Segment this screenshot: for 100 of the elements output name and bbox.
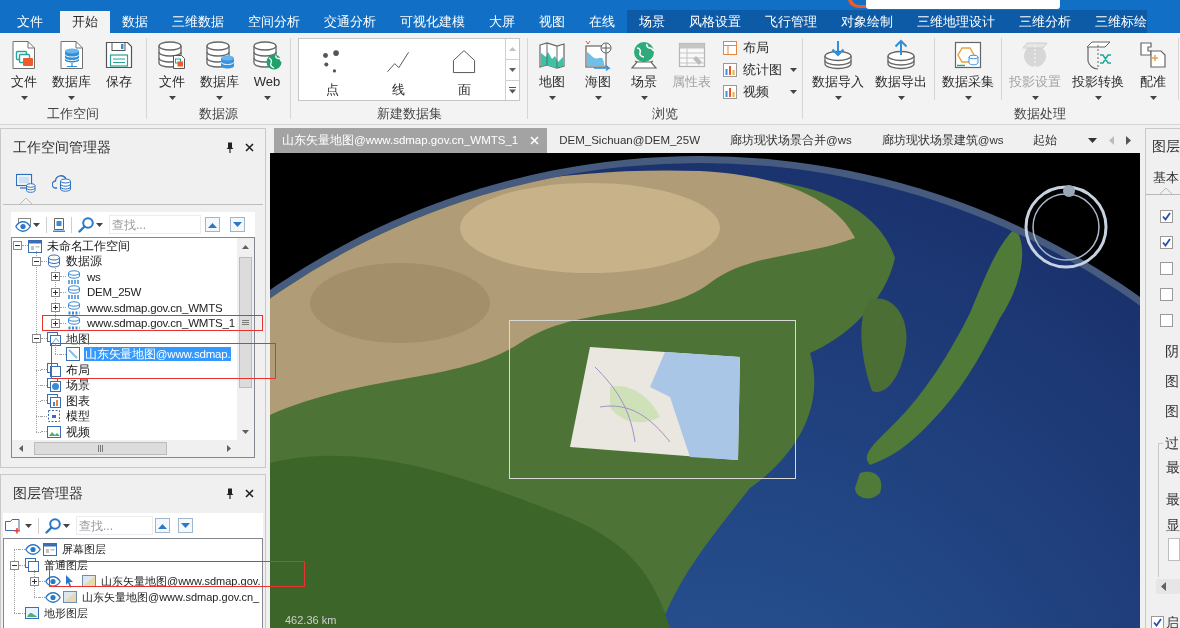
ribbon-button[interactable]: 数据导出 (871, 33, 931, 103)
ribbon-button[interactable]: 投影转换 (1068, 33, 1128, 103)
checkbox[interactable] (1160, 314, 1173, 327)
gallery-option[interactable]: 点 (299, 39, 365, 100)
tree-item[interactable]: 屏幕图层 (61, 542, 107, 556)
tree-item[interactable]: 山东矢量地图@www.sdmap.gov. (100, 574, 262, 588)
pin-icon[interactable] (226, 141, 234, 153)
close-icon[interactable] (245, 488, 254, 498)
collapse-icon[interactable] (12, 241, 22, 251)
checkbox[interactable] (1160, 210, 1173, 223)
ribbon-tab[interactable]: 可视化建模 (388, 11, 477, 33)
tree-item[interactable]: DEM_25W (86, 285, 143, 300)
pin-icon[interactable] (226, 487, 234, 499)
collapse-icon[interactable] (31, 256, 41, 266)
caret-down-icon[interactable] (242, 429, 249, 434)
tree-item[interactable]: 模型 (65, 409, 91, 424)
ribbon-button[interactable]: 统计图 (718, 59, 802, 81)
search-menu-button[interactable] (78, 216, 103, 233)
search-field[interactable]: 查找... (109, 215, 201, 234)
checkbox[interactable] (1160, 236, 1173, 249)
scrollbar-thumb[interactable] (34, 442, 167, 455)
gallery-option[interactable]: 线 (365, 39, 431, 100)
search-field[interactable]: 查找... (76, 516, 153, 535)
ribbon-button[interactable]: 文件 (150, 33, 194, 103)
caret-up-icon[interactable] (242, 244, 249, 249)
ribbon-tab[interactable]: 三维分析 (1007, 11, 1083, 33)
checkbox[interactable] (1160, 262, 1173, 275)
ribbon-button[interactable]: 保存 (97, 33, 141, 93)
ribbon-button[interactable]: 数据库 (196, 33, 243, 103)
move-up-button[interactable] (205, 217, 220, 232)
ribbon-button[interactable]: 配准 (1131, 33, 1175, 103)
document-tab[interactable]: 廊坊现状场景合并@ws (718, 128, 870, 153)
ribbon-tab[interactable]: 开始 (60, 11, 110, 33)
ribbon-tab[interactable]: 对象绘制 (829, 11, 905, 33)
document-tab[interactable]: 起始 (1021, 128, 1076, 153)
ribbon-tab[interactable]: 飞行管理 (753, 11, 829, 33)
ribbon-button[interactable]: 数据采集 (938, 33, 998, 103)
tree-item[interactable]: 场景 (65, 378, 91, 393)
expand-icon[interactable] (29, 576, 39, 586)
cursor-icon[interactable] (65, 574, 74, 588)
ribbon-tab[interactable]: 大屏 (477, 11, 527, 33)
ribbon-tab[interactable]: 文件 (0, 11, 60, 33)
tree-item[interactable]: 数据源 (65, 254, 103, 269)
search-menu-button[interactable] (45, 517, 70, 534)
caret-left-icon[interactable] (1161, 582, 1166, 591)
document-icon[interactable] (53, 217, 65, 232)
ribbon-button[interactable]: 场景 (622, 33, 666, 103)
expand-icon[interactable] (50, 303, 60, 313)
checkbox[interactable] (1151, 616, 1164, 628)
tree-item[interactable]: 山东矢量地图@www.sdmap.gov.cn_ (81, 590, 261, 604)
ribbon-button[interactable]: 布局 (718, 37, 802, 59)
input-field[interactable] (1168, 538, 1180, 561)
ribbon-button[interactable]: 文件 (2, 33, 46, 103)
ribbon-button[interactable]: 视频 (718, 81, 802, 103)
ribbon-tab[interactable]: 交通分析 (312, 11, 388, 33)
move-down-button[interactable] (178, 518, 193, 533)
tree-item[interactable]: 地形图层 (43, 606, 89, 620)
document-tab[interactable]: DEM_Sichuan@DEM_25W (547, 128, 718, 153)
ribbon-button[interactable]: 地图 (530, 33, 574, 103)
close-icon[interactable] (245, 142, 254, 152)
eye-icon[interactable] (25, 543, 41, 555)
ribbon-tab[interactable]: 三维地理设计 (905, 11, 1007, 33)
tree-item[interactable]: 视频 (65, 424, 91, 439)
ribbon-button[interactable]: 数据库 (48, 33, 95, 103)
tree-item[interactable]: 未命名工作空间 (46, 238, 131, 253)
ribbon-tab[interactable]: 在线 (577, 11, 627, 33)
document-tab[interactable]: 廊坊现状场景建筑@ws (869, 128, 1022, 153)
ribbon-tab[interactable]: 三维标绘 (1083, 11, 1159, 33)
caret-down-icon[interactable] (1088, 138, 1097, 143)
ribbon-tab[interactable]: 空间分析 (236, 11, 312, 33)
expand-icon[interactable] (50, 287, 60, 297)
expand-icon[interactable] (50, 318, 60, 328)
eye-icon[interactable] (45, 591, 61, 603)
view-menu-button[interactable] (15, 217, 40, 232)
new-layer-button[interactable] (5, 517, 32, 534)
tree-item[interactable]: www.sdmap.gov.cn_WMTS_1 (86, 316, 236, 331)
ribbon-tab[interactable]: 视图 (527, 11, 577, 33)
ribbon-tab[interactable]: 场景 (627, 11, 677, 33)
tree-item[interactable]: ws (86, 269, 102, 284)
checkbox[interactable] (1160, 288, 1173, 301)
ribbon-button[interactable]: 海图 (576, 33, 620, 103)
caret-right-icon[interactable] (226, 445, 231, 452)
tree-item[interactable]: 图表 (65, 393, 91, 408)
ribbon-button[interactable]: Web (245, 33, 289, 103)
expand-icon[interactable] (50, 272, 60, 282)
move-up-button[interactable] (155, 518, 170, 533)
tree-item[interactable]: 布局 (65, 362, 91, 377)
ribbon-button[interactable]: 数据导入 (808, 33, 868, 103)
caret-right-icon[interactable] (1126, 136, 1131, 145)
tree-item[interactable]: www.sdmap.gov.cn_WMTS (86, 300, 224, 315)
panel-tab[interactable]: 基本 (1153, 170, 1179, 194)
compass-icon[interactable] (1022, 183, 1110, 271)
scrollbar-thumb[interactable] (239, 257, 252, 388)
move-down-button[interactable] (230, 217, 245, 232)
caret-left-icon[interactable] (18, 445, 23, 452)
ribbon-tab[interactable]: 风格设置 (677, 11, 753, 33)
ribbon-tab[interactable]: 三维数据 (160, 11, 236, 33)
gallery-option[interactable]: 面 (431, 39, 497, 100)
collapse-icon[interactable] (31, 334, 41, 344)
ribbon-tab[interactable]: 数据 (110, 11, 160, 33)
